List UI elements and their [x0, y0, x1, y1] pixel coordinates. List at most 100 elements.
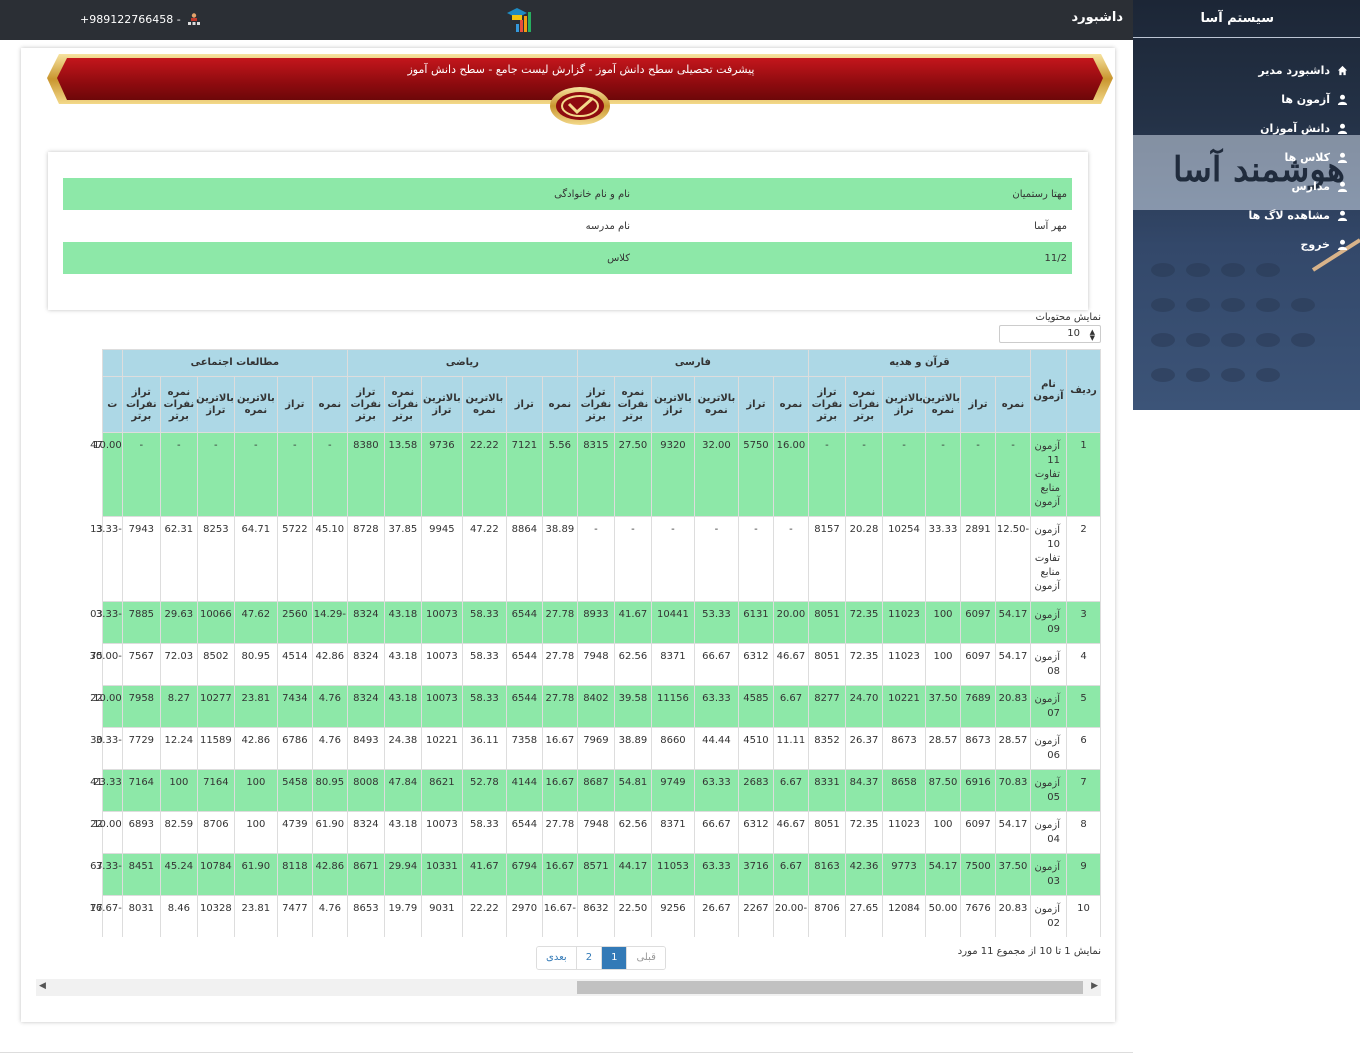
- score-cell: 36.11: [461, 727, 507, 770]
- score-cell: 9320: [650, 432, 695, 517]
- score-cell: 8324: [346, 601, 385, 644]
- score-cell: 8008: [346, 769, 385, 812]
- scroll-left-icon[interactable]: ◀: [39, 981, 46, 991]
- scrollbar-thumb[interactable]: [577, 981, 1083, 994]
- score-cell: 54.17: [995, 601, 1031, 644]
- score-cell: 8451: [121, 853, 161, 896]
- score-cell: -: [925, 432, 961, 517]
- sidebar-item-logout[interactable]: خروج: [1148, 230, 1348, 259]
- score-cell: 8051: [807, 811, 847, 854]
- subcolumn-header: تراز نفرات برتر: [121, 376, 161, 433]
- score-cell: 11023: [882, 643, 926, 686]
- score-cell: 20.83: [995, 895, 1031, 937]
- page-2-button[interactable]: 2: [575, 947, 602, 969]
- horizontal-scrollbar[interactable]: ◀ ▶: [36, 979, 1101, 996]
- user-phone: +989122766458 -: [80, 12, 181, 26]
- score-cell: 2683: [737, 769, 774, 812]
- score-cell: 50.00: [925, 895, 961, 937]
- sidebar-item-students[interactable]: دانش آموزان: [1148, 114, 1348, 143]
- sidebar-item-label: مدارس: [1291, 180, 1330, 193]
- subcolumn-header: نمره: [772, 376, 809, 433]
- score-cell: 7948: [576, 643, 615, 686]
- score-cell: 5458: [276, 769, 313, 812]
- score-cell: 10221: [882, 685, 926, 728]
- score-cell: 24.70: [845, 685, 883, 728]
- score-cell: 5.56: [541, 432, 578, 517]
- page-size-select[interactable]: 10 ▲ ▼: [999, 325, 1101, 343]
- results-table-scroll[interactable]: ردیف نام آزمون قرآن و هدیه فارسی ریاضی مطالعا…: [36, 349, 1101, 937]
- score-cell: 8.46: [159, 895, 198, 937]
- score-cell: 8571: [576, 853, 615, 896]
- score-cell: 8324: [346, 685, 385, 728]
- score-cell: 8051: [807, 601, 847, 644]
- score-cell: 2970: [505, 895, 543, 937]
- sidebar-menu: داشبورد مدیر آزمون ها دانش آموزان کلاس ه…: [1148, 56, 1348, 259]
- subcolumn-header: تراز: [960, 376, 996, 433]
- score-cell: 10073: [420, 601, 463, 644]
- score-cell: 20.28: [845, 516, 883, 602]
- subject-header: ریاضی: [346, 349, 578, 377]
- score-cell: 9031: [420, 895, 463, 937]
- score-cell: 7948: [576, 811, 615, 854]
- score-cell: 10073: [420, 685, 463, 728]
- previous-page-button[interactable]: قبلی: [626, 947, 665, 969]
- score-cell: -: [960, 432, 996, 517]
- user-menu[interactable]: +989122766458 -: [80, 12, 201, 26]
- table-row: 5 آزمون 07 20.83 7689 37.50 10221 24.70 8277 6.6…: [90, 685, 1101, 728]
- user-icon: [1337, 123, 1348, 134]
- score-cell: 10073: [420, 643, 463, 686]
- sidebar-item-dashboard[interactable]: داشبورد مدیر: [1148, 56, 1348, 85]
- score-cell: 11156: [650, 685, 695, 728]
- subcolumn-header: تراز نفرات برتر: [576, 376, 615, 433]
- score-cell: 38.89: [613, 727, 652, 770]
- score-cell: 47.62: [233, 601, 278, 644]
- score-cell: 7434: [276, 685, 313, 728]
- score-cell: 8706: [807, 895, 847, 937]
- score-cell: 19.79: [383, 895, 422, 937]
- row-number: 4: [1066, 643, 1101, 686]
- score-cell: 6544: [505, 601, 543, 644]
- score-cell: 8706: [196, 811, 235, 854]
- row-number: 9: [1066, 853, 1101, 896]
- sidebar-item-schools[interactable]: مدارس: [1148, 172, 1348, 201]
- score-cell: 10.00: [93, 685, 123, 728]
- class-name: 11/2: [635, 242, 1073, 274]
- score-cell: 66.67: [693, 643, 739, 686]
- subcolumn-header: نمره نفرات برتر: [383, 376, 422, 433]
- user-icon: [1337, 181, 1348, 192]
- score-cell: -: [276, 432, 313, 517]
- exam-name: آزمون 08: [1030, 643, 1067, 686]
- score-cell: 8253: [196, 516, 235, 602]
- sidebar-item-exams[interactable]: آزمون ها: [1148, 85, 1348, 114]
- score-cell: 8728: [346, 516, 385, 602]
- score-cell: -: [807, 432, 847, 517]
- score-cell: 80.95: [311, 769, 348, 812]
- score-cell: -30.00: [90, 643, 123, 686]
- score-cell: 8632: [576, 895, 615, 937]
- table-header-row: ردیف نام آزمون قرآن و هدیه فارسی ریاضی مطالعا…: [101, 349, 1101, 433]
- score-cell: 39.58: [613, 685, 652, 728]
- page-1-button[interactable]: 1: [601, 947, 627, 969]
- score-cell: 3716: [737, 853, 774, 896]
- score-cell: 32.00: [693, 432, 739, 517]
- report-banner: [47, 54, 1113, 125]
- page-title: داشبورد: [1071, 10, 1123, 25]
- score-cell: 4739: [276, 811, 313, 854]
- score-cell: -: [693, 516, 739, 602]
- sidebar-item-logs[interactable]: مشاهده لاگ ها: [1148, 201, 1348, 230]
- scroll-right-icon[interactable]: ▶: [1091, 981, 1098, 991]
- score-cell: 11023: [882, 811, 926, 854]
- sidebar-item-classes[interactable]: کلاس ها: [1148, 143, 1348, 172]
- score-cell: 54.17: [995, 643, 1031, 686]
- score-cell: 12.24: [159, 727, 198, 770]
- score-cell: 27.78: [541, 811, 578, 854]
- score-cell: 44.17: [613, 853, 652, 896]
- row-number: 10: [1066, 895, 1101, 937]
- score-cell: 46.67: [772, 811, 809, 854]
- next-page-button[interactable]: بعدی: [537, 947, 576, 969]
- score-cell: 53.33: [693, 601, 739, 644]
- exam-name: آزمون 11 تفاوت منابع آزمون: [1030, 432, 1067, 517]
- sidebar-item-label: داشبورد مدیر: [1258, 64, 1330, 77]
- results-table: ردیف نام آزمون قرآن و هدیه فارسی ریاضی مطالعا…: [90, 349, 1101, 937]
- score-cell: 7969: [576, 727, 615, 770]
